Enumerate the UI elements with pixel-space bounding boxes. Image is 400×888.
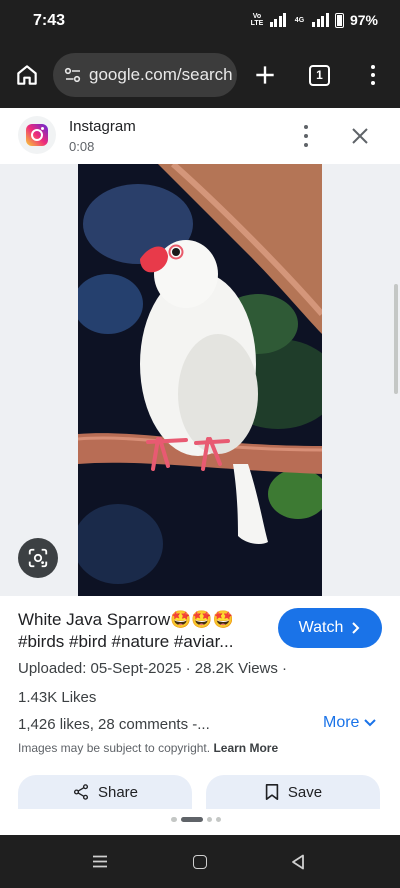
pager-dot xyxy=(171,817,177,822)
source-logo xyxy=(18,116,56,154)
google-lens-button[interactable] xyxy=(18,538,58,578)
video-duration: 0:08 xyxy=(69,139,95,154)
system-nav-bar xyxy=(0,835,400,888)
learn-more-link[interactable]: Learn More xyxy=(213,741,278,755)
pager-dot xyxy=(207,817,212,822)
pager-dot-active xyxy=(181,817,203,822)
share-label: Share xyxy=(97,783,139,801)
nav-home-icon[interactable] xyxy=(193,855,207,869)
more-options-icon[interactable] xyxy=(301,125,311,147)
media-area xyxy=(0,164,400,596)
volte-label: Vo LTE xyxy=(250,13,264,27)
watch-label: Watch xyxy=(298,619,344,636)
copyright-notice: Images may be subject to copyright. Lear… xyxy=(18,741,278,755)
copyright-text: Images may be subject to copyright. xyxy=(18,741,211,755)
more-label: More xyxy=(323,714,360,731)
browser-toolbar: google.com/search 1 xyxy=(0,44,400,108)
status-time: 7:43 xyxy=(33,12,66,29)
upload-info: Uploaded: 05-Sept-2025 · 28.2K Views · xyxy=(18,660,288,677)
save-label: Save xyxy=(287,783,323,801)
more-vert-icon[interactable] xyxy=(366,62,380,88)
source-header: Instagram 0:08 xyxy=(0,108,400,164)
chevron-right-icon xyxy=(352,622,360,634)
likes-count: 1.43K Likes xyxy=(18,689,97,706)
url-text: google.com/search xyxy=(89,65,233,84)
result-title[interactable]: White Java Sparrow🤩🤩🤩 #birds #bird #natu… xyxy=(18,609,268,653)
close-button[interactable] xyxy=(348,124,372,148)
new-tab-button[interactable] xyxy=(252,62,278,88)
battery-icon xyxy=(334,12,344,28)
result-title-line1: White Java Sparrow🤩🤩🤩 xyxy=(18,610,234,629)
plus-icon xyxy=(256,66,274,84)
pager-dots xyxy=(171,817,221,822)
watch-button[interactable]: Watch xyxy=(278,608,382,648)
close-icon xyxy=(352,128,368,144)
tab-switcher-icon[interactable]: 1 xyxy=(309,65,330,86)
chevron-down-icon xyxy=(364,719,377,727)
signal-icon xyxy=(269,13,287,27)
status-bar: 7:43 Vo LTE 4G 97% xyxy=(0,0,400,44)
url-bar[interactable]: google.com/search xyxy=(53,53,237,97)
signal-icon-2 xyxy=(312,13,329,27)
network-4g-label: 4G xyxy=(294,16,305,24)
back-icon[interactable] xyxy=(291,854,305,870)
video-thumbnail[interactable] xyxy=(78,164,322,596)
battery-percent: 97% xyxy=(349,12,378,28)
home-icon xyxy=(17,65,37,85)
home-button[interactable] xyxy=(14,62,40,88)
bird-photo xyxy=(78,164,322,596)
status-icons: Vo LTE 4G 97% xyxy=(250,12,378,28)
google-lens-icon xyxy=(28,548,48,568)
bookmark-icon xyxy=(265,783,279,801)
instagram-logo xyxy=(26,124,48,146)
likes-comments: 1,426 likes, 28 comments -... xyxy=(18,716,210,733)
image-viewer-panel: Instagram 0:08 White Java Sparrow🤩🤩🤩 #bi… xyxy=(0,108,400,835)
result-title-line2: #birds #bird #nature #aviar... xyxy=(18,632,234,651)
source-name[interactable]: Instagram xyxy=(69,118,136,135)
more-button[interactable]: More xyxy=(323,714,377,732)
share-icon xyxy=(73,784,89,800)
pager-dot xyxy=(216,817,221,822)
save-button[interactable]: Save xyxy=(206,775,380,809)
recents-icon[interactable] xyxy=(92,855,108,868)
scrollbar[interactable] xyxy=(394,284,398,394)
tune-icon[interactable] xyxy=(63,65,83,85)
share-button[interactable]: Share xyxy=(18,775,192,809)
